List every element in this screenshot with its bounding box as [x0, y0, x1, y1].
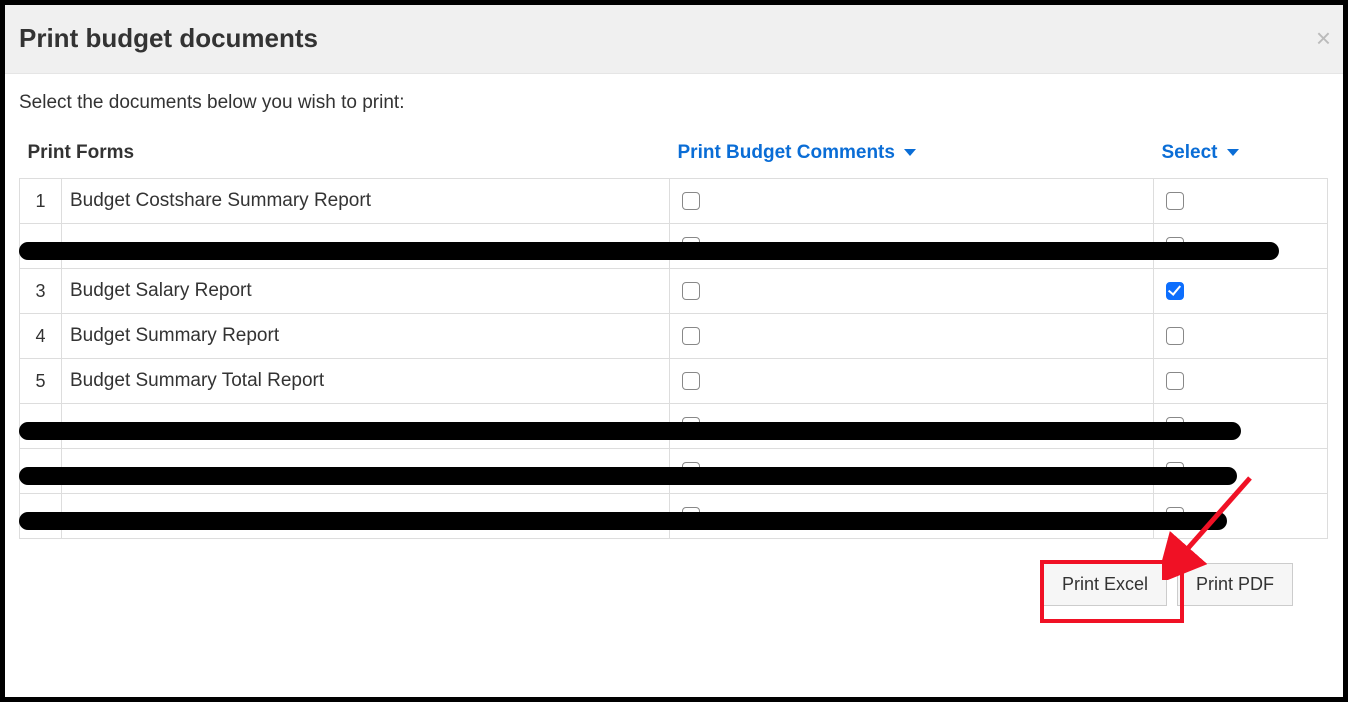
print-budget-dialog: Print budget documents × Select the docu…: [5, 5, 1343, 606]
comments-cell: [670, 494, 1154, 539]
header-print-forms: Print Forms: [20, 132, 670, 179]
row-number: [20, 449, 62, 494]
print-excel-button[interactable]: Print Excel: [1043, 563, 1167, 606]
select-cell: [1154, 494, 1328, 539]
instructions-text: Select the documents below you wish to p…: [19, 92, 1329, 114]
select-checkbox[interactable]: [1166, 282, 1184, 300]
comments-cell: [670, 359, 1154, 404]
table-row: 3Budget Salary Report: [20, 269, 1328, 314]
select-cell: [1154, 449, 1328, 494]
row-number: 1: [20, 179, 62, 224]
comments-cell: [670, 269, 1154, 314]
comments-cell: [670, 224, 1154, 269]
select-cell: [1154, 314, 1328, 359]
caret-down-icon: [1227, 149, 1239, 156]
close-icon[interactable]: ×: [1316, 25, 1331, 51]
select-checkbox[interactable]: [1166, 462, 1184, 480]
select-cell: [1154, 404, 1328, 449]
comments-checkbox[interactable]: [682, 192, 700, 210]
caret-down-icon: [904, 149, 916, 156]
comments-checkbox[interactable]: [682, 282, 700, 300]
comments-checkbox[interactable]: [682, 372, 700, 390]
row-number: [20, 404, 62, 449]
row-number: 5: [20, 359, 62, 404]
document-name: Budget Costshare Summary Report: [62, 179, 670, 224]
dialog-title: Print budget documents: [19, 23, 318, 54]
header-print-comments-label: Print Budget Comments: [678, 142, 895, 163]
header-select-label: Select: [1162, 142, 1218, 163]
comments-cell: [670, 314, 1154, 359]
select-cell: [1154, 359, 1328, 404]
table-header-row: Print Forms Print Budget Comments Select: [20, 132, 1328, 179]
table-row: [20, 449, 1328, 494]
dialog-body: Select the documents below you wish to p…: [5, 74, 1343, 606]
select-checkbox[interactable]: [1166, 507, 1184, 525]
table-row: 1Budget Costshare Summary Report: [20, 179, 1328, 224]
comments-checkbox[interactable]: [682, 462, 700, 480]
table-row: [20, 494, 1328, 539]
comments-checkbox[interactable]: [682, 417, 700, 435]
document-name: [62, 224, 670, 269]
row-number: [20, 494, 62, 539]
select-checkbox[interactable]: [1166, 417, 1184, 435]
row-number: 4: [20, 314, 62, 359]
select-checkbox[interactable]: [1166, 372, 1184, 390]
header-print-comments[interactable]: Print Budget Comments: [670, 132, 1154, 179]
header-select[interactable]: Select: [1154, 132, 1328, 179]
select-cell: [1154, 224, 1328, 269]
comments-checkbox[interactable]: [682, 507, 700, 525]
document-name: Budget Salary Report: [62, 269, 670, 314]
select-checkbox[interactable]: [1166, 192, 1184, 210]
dialog-footer: Print Excel Print PDF: [19, 563, 1329, 606]
print-pdf-button[interactable]: Print PDF: [1177, 563, 1293, 606]
select-cell: [1154, 269, 1328, 314]
comments-cell: [670, 179, 1154, 224]
select-cell: [1154, 179, 1328, 224]
select-checkbox[interactable]: [1166, 237, 1184, 255]
app-frame: Print budget documents × Select the docu…: [0, 0, 1348, 702]
table-row: 4Budget Summary Report: [20, 314, 1328, 359]
document-name: [62, 449, 670, 494]
document-name: Budget Summary Total Report: [62, 359, 670, 404]
document-name: Budget Summary Report: [62, 314, 670, 359]
comments-checkbox[interactable]: [682, 327, 700, 345]
comments-checkbox[interactable]: [682, 237, 700, 255]
document-name: [62, 494, 670, 539]
comments-cell: [670, 449, 1154, 494]
row-number: [20, 224, 62, 269]
table-row: 5Budget Summary Total Report: [20, 359, 1328, 404]
select-checkbox[interactable]: [1166, 327, 1184, 345]
table-row: [20, 224, 1328, 269]
comments-cell: [670, 404, 1154, 449]
document-name: [62, 404, 670, 449]
documents-table: Print Forms Print Budget Comments Select…: [19, 132, 1328, 539]
row-number: 3: [20, 269, 62, 314]
table-row: [20, 404, 1328, 449]
dialog-header: Print budget documents ×: [5, 5, 1343, 74]
